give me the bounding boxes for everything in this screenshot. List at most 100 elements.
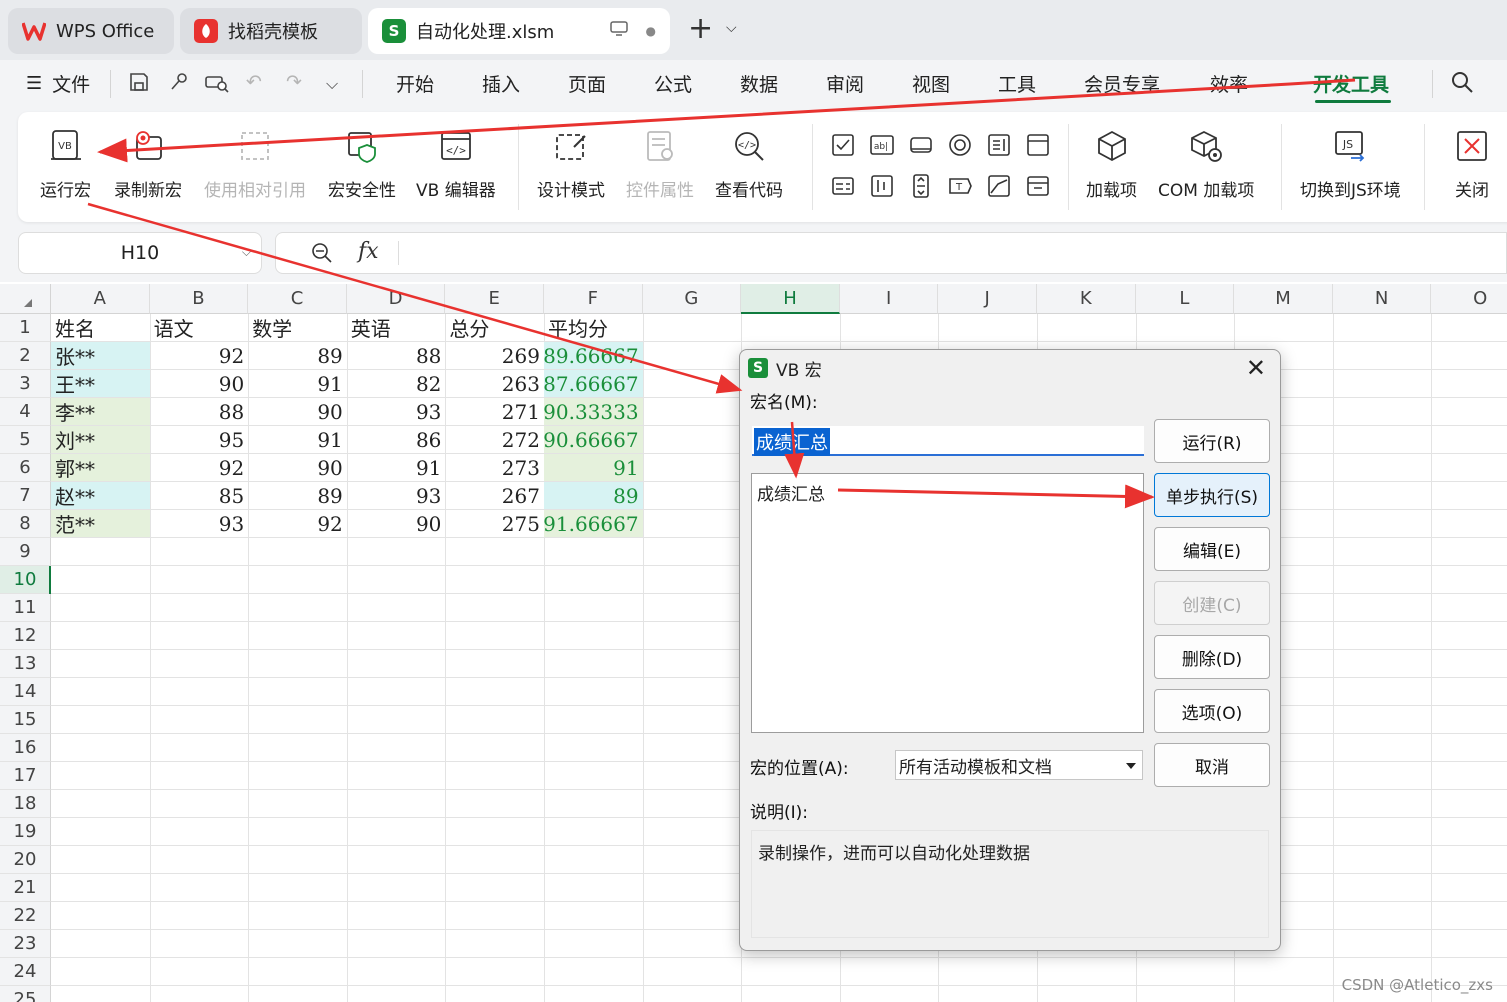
step-into-button[interactable]: 单步执行(S) xyxy=(1154,473,1270,517)
column-header-n[interactable]: N xyxy=(1332,284,1432,314)
list-item[interactable]: 成绩汇总 xyxy=(757,480,825,505)
table-cell[interactable]: 91 xyxy=(544,454,643,481)
table-cell[interactable]: 刘** xyxy=(51,426,150,453)
table-cell[interactable]: 89 xyxy=(544,482,643,509)
row-header-14[interactable]: 14 xyxy=(0,678,51,706)
table-cell[interactable]: 92 xyxy=(150,454,249,481)
row-header-21[interactable]: 21 xyxy=(0,874,51,902)
table-cell[interactable]: 91 xyxy=(248,426,347,453)
table-cell[interactable]: 90 xyxy=(150,370,249,397)
table-cell[interactable]: 87.66667 xyxy=(544,370,643,397)
row-header-22[interactable]: 22 xyxy=(0,902,51,930)
chevron-down-icon[interactable]: ⌵ xyxy=(326,74,338,94)
formula-input[interactable]: fx xyxy=(275,232,1507,274)
table-cell[interactable]: 93 xyxy=(347,398,446,425)
row-header-18[interactable]: 18 xyxy=(0,790,51,818)
row-header-5[interactable]: 5 xyxy=(0,426,51,454)
menu-efficiency[interactable]: 效率 xyxy=(1210,70,1248,97)
table-cell[interactable]: 李** xyxy=(51,398,150,425)
row-header-19[interactable]: 19 xyxy=(0,818,51,846)
column-header-k[interactable]: K xyxy=(1037,284,1136,314)
table-cell[interactable]: 271 xyxy=(445,398,544,425)
column-header-c[interactable]: C xyxy=(248,284,347,314)
column-header-o[interactable]: O xyxy=(1431,284,1507,314)
row-header-3[interactable]: 3 xyxy=(0,370,51,398)
label-control-icon[interactable]: T xyxy=(947,173,973,199)
menu-member[interactable]: 会员专享 xyxy=(1084,70,1160,97)
zoom-out-icon[interactable] xyxy=(310,241,334,269)
save-icon[interactable] xyxy=(128,71,150,98)
table-cell[interactable]: 91.66667 xyxy=(544,510,643,537)
row-header-17[interactable]: 17 xyxy=(0,762,51,790)
row-header-25[interactable]: 25 xyxy=(0,986,51,1002)
row-header-2[interactable]: 2 xyxy=(0,342,51,370)
button-control-icon[interactable] xyxy=(908,132,934,158)
table-cell[interactable]: 89 xyxy=(248,482,347,509)
row-header-12[interactable]: 12 xyxy=(0,622,51,650)
file-menu[interactable]: ☰ 文件 xyxy=(26,70,90,97)
table-cell[interactable]: 郭** xyxy=(51,454,150,481)
name-box[interactable]: H10 ⌵ xyxy=(18,232,262,274)
column-header-b[interactable]: B xyxy=(149,284,249,314)
row-header-23[interactable]: 23 xyxy=(0,930,51,958)
frame-control-icon[interactable] xyxy=(1025,132,1051,158)
scrollbar-control-icon[interactable] xyxy=(869,173,895,199)
row-header-24[interactable]: 24 xyxy=(0,958,51,986)
listbox-control-icon[interactable] xyxy=(986,132,1012,158)
table-cell[interactable]: 92 xyxy=(248,510,347,537)
column-header-d[interactable]: D xyxy=(346,284,446,314)
vb-editor-button[interactable]: </> VB 编辑器 xyxy=(416,126,496,201)
create-button[interactable]: 创建(C) xyxy=(1154,581,1270,625)
table-cell[interactable]: 90 xyxy=(248,454,347,481)
table-cell[interactable]: 赵** xyxy=(51,482,150,509)
column-header-j[interactable]: J xyxy=(938,284,1037,314)
row-header-1[interactable]: 1 xyxy=(0,314,51,342)
table-cell[interactable]: 范** xyxy=(51,510,150,537)
table-cell[interactable]: 85 xyxy=(150,482,249,509)
menu-formula[interactable]: 公式 xyxy=(654,70,692,97)
control-properties-button[interactable]: 控件属性 xyxy=(626,126,694,201)
view-code-button[interactable]: </> 查看代码 xyxy=(715,126,783,201)
tab-workbook[interactable]: S 自动化处理.xlsm ● xyxy=(368,8,670,54)
menu-home[interactable]: 开始 xyxy=(396,70,434,97)
table-cell[interactable]: 89 xyxy=(248,342,347,369)
table-header-cell[interactable]: 数学 xyxy=(248,314,347,341)
table-cell[interactable]: 90.33333 xyxy=(544,398,643,425)
table-cell[interactable]: 92 xyxy=(150,342,249,369)
table-cell[interactable]: 王** xyxy=(51,370,150,397)
table-cell[interactable]: 90 xyxy=(347,510,446,537)
function-icon[interactable]: fx xyxy=(358,239,379,264)
monitor-icon[interactable] xyxy=(609,21,628,41)
spin-button-control-icon[interactable] xyxy=(908,173,934,199)
table-cell[interactable]: 86 xyxy=(347,426,446,453)
column-header-f[interactable]: F xyxy=(544,284,643,314)
menu-view[interactable]: 视图 xyxy=(912,70,950,97)
close-icon[interactable]: ✕ xyxy=(1246,354,1266,382)
column-header-l[interactable]: L xyxy=(1135,284,1235,314)
table-cell[interactable]: 88 xyxy=(150,398,249,425)
row-header-7[interactable]: 7 xyxy=(0,482,51,510)
row-header-16[interactable]: 16 xyxy=(0,734,51,762)
table-cell[interactable]: 90.66667 xyxy=(544,426,643,453)
column-header-e[interactable]: E xyxy=(445,284,544,314)
share-icon[interactable] xyxy=(168,71,190,98)
table-cell[interactable]: 82 xyxy=(347,370,446,397)
menu-developer[interactable]: 开发工具 xyxy=(1313,70,1389,97)
checkbox-control-icon[interactable] xyxy=(830,132,856,158)
table-cell[interactable]: 267 xyxy=(445,482,544,509)
column-header-h[interactable]: H xyxy=(741,284,840,314)
unsaved-dot-icon[interactable]: ● xyxy=(646,24,656,38)
table-header-cell[interactable]: 英语 xyxy=(347,314,446,341)
table-cell[interactable]: 89.66667 xyxy=(544,342,643,369)
options-button[interactable]: 选项(O) xyxy=(1154,689,1270,733)
column-header-m[interactable]: M xyxy=(1234,284,1333,314)
record-macro-button[interactable]: 录制新宏 xyxy=(114,126,182,201)
macro-security-button[interactable]: 宏安全性 xyxy=(328,126,396,201)
com-addins-button[interactable]: COM 加载项 xyxy=(1158,126,1254,201)
table-cell[interactable]: 91 xyxy=(347,454,446,481)
option-button-control-icon[interactable] xyxy=(947,132,973,158)
chevron-down-icon[interactable]: ⌵ xyxy=(242,245,251,260)
tab-wps-office[interactable]: WPS Office xyxy=(8,8,174,54)
addins-button[interactable]: 加载项 xyxy=(1086,126,1137,201)
menu-tools[interactable]: 工具 xyxy=(998,70,1036,97)
